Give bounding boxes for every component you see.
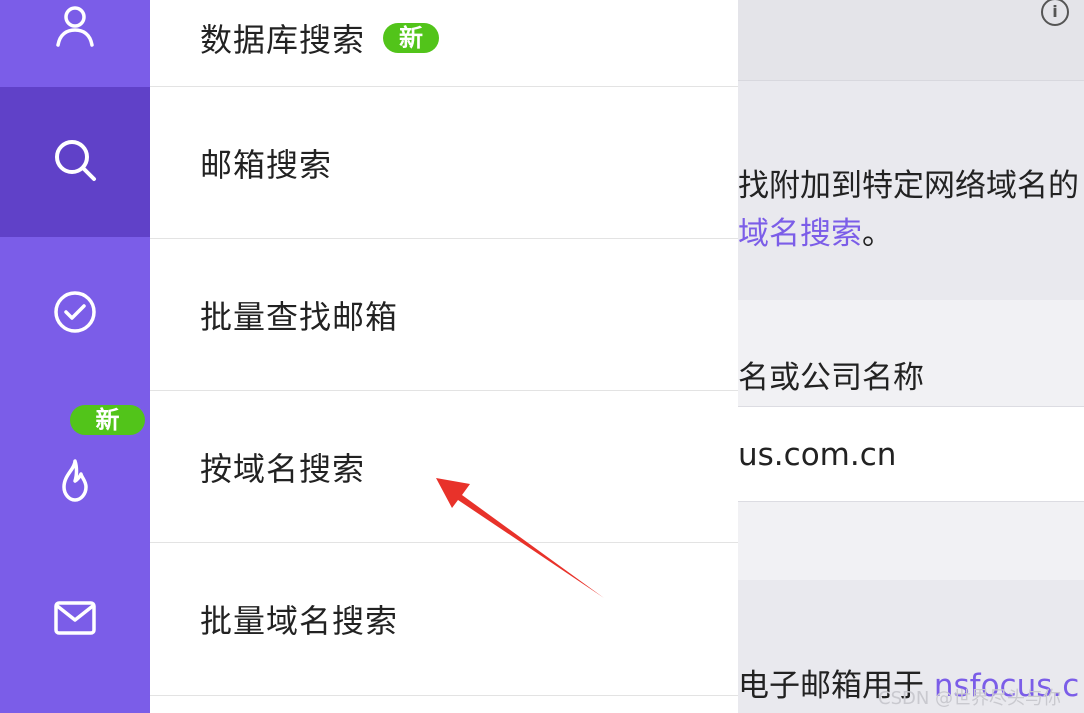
menu-item-database-search[interactable]: 数据库搜索 新: [150, 0, 738, 87]
check-circle-icon: [52, 289, 98, 339]
page-content: i 找附加到特定网络域名的 域名搜索。 名或公司名称 us.com.cn 电子邮…: [738, 0, 1084, 713]
menu-item-bulk-domain-search[interactable]: 批量域名搜索: [150, 543, 738, 696]
menu-item-label: 数据库搜索: [200, 21, 366, 59]
new-badge: 新: [383, 23, 440, 53]
description-period: 。: [862, 216, 893, 252]
sidebar-item-verify[interactable]: [0, 238, 150, 390]
description-link-line: 域名搜索。: [738, 208, 893, 253]
menu-item-label: 批量查找邮箱: [200, 297, 399, 336]
fire-icon: [52, 457, 98, 507]
sidebar: 新: [0, 0, 150, 713]
domain-input-value: us.com.cn: [738, 437, 897, 473]
menu-item-label: 批量域名搜索: [200, 602, 399, 640]
menu-item-label: 邮箱搜索: [200, 145, 333, 184]
watermark: CSDN @世界尽头与你: [878, 688, 1062, 709]
search-icon: [52, 137, 98, 187]
new-badge: 新: [70, 405, 145, 435]
user-icon: [52, 3, 98, 53]
menu-item-domain-search[interactable]: 按域名搜索: [150, 391, 738, 543]
domain-search-link[interactable]: 域名搜索: [738, 216, 862, 252]
sidebar-item-account[interactable]: [0, 0, 150, 86]
search-dropdown-menu: 数据库搜索 新 邮箱搜索 批量查找邮箱 按域名搜索 批量域名搜索: [150, 0, 738, 713]
menu-item-label: 按域名搜索: [200, 449, 366, 488]
mail-icon: [52, 595, 98, 645]
menu-item-email-search[interactable]: 邮箱搜索: [150, 87, 738, 239]
info-icon[interactable]: i: [1041, 0, 1069, 26]
menu-item-bulk-email-finder[interactable]: 批量查找邮箱: [150, 239, 738, 391]
description-text: 找附加到特定网络域名的: [738, 168, 1079, 204]
domain-input[interactable]: us.com.cn: [738, 406, 1084, 502]
sidebar-item-search[interactable]: [0, 87, 150, 237]
page-header: i: [738, 0, 1084, 81]
sidebar-item-mail[interactable]: [0, 544, 150, 696]
form-label: 名或公司名称: [738, 360, 924, 396]
